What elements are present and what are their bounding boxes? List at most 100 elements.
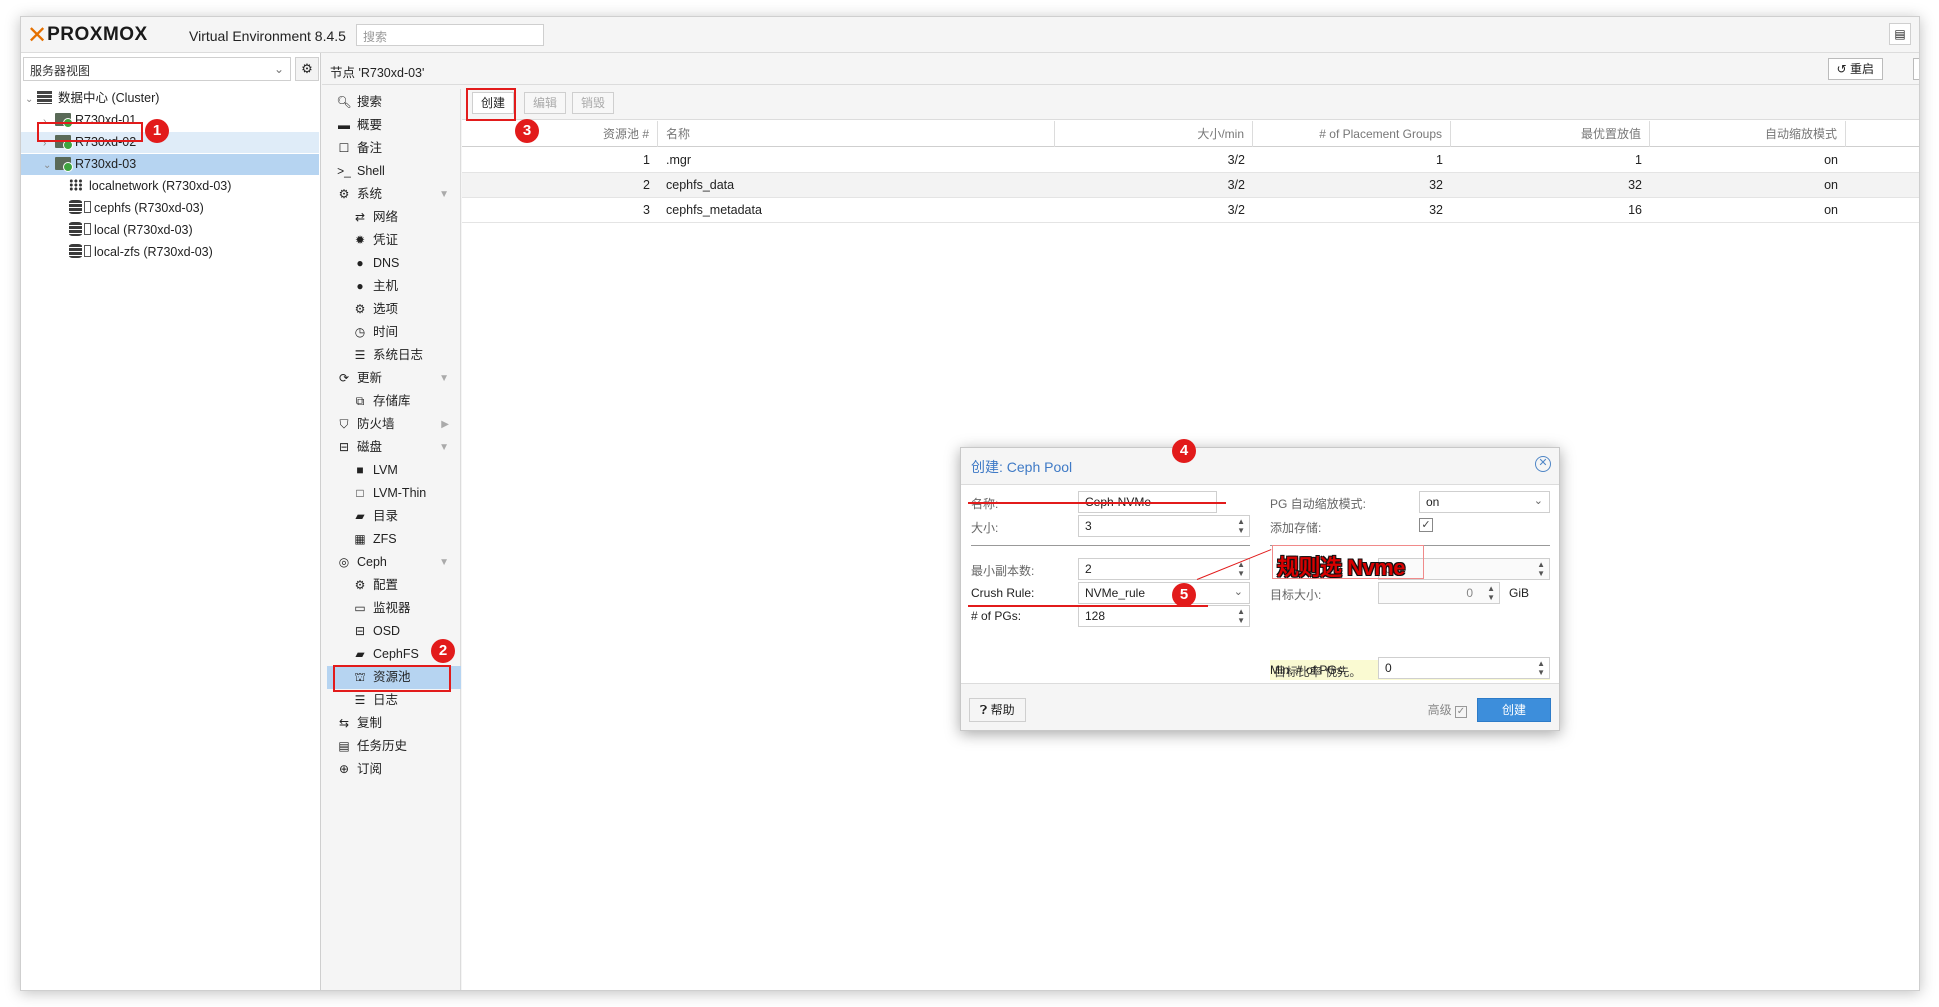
nav-shell[interactable]: >_ Shell xyxy=(327,160,461,183)
table-row[interactable]: 3 cephfs_metadata 3/2 32 16 on xyxy=(462,198,1919,223)
target-size-label: 目标大小: xyxy=(1270,588,1322,602)
help-button[interactable]: ❓︎ 帮助 xyxy=(969,698,1026,722)
nav-ceph-log[interactable]: ☰ 日志 xyxy=(327,689,461,712)
nav-ceph-monitor[interactable]: ▭ 监视器 xyxy=(327,597,461,620)
column-header[interactable]: 最优置放值 xyxy=(1451,121,1650,147)
column-header[interactable]: # of Placement Groups xyxy=(1253,121,1451,147)
overflow-button[interactable] xyxy=(1913,58,1919,80)
nav-updates[interactable]: ⟳ 更新 ▼ xyxy=(327,367,461,390)
create-ceph-pool-dialog: 创建: Ceph Pool ✕ 名称: Ceph-NVMe 大小: 3▲▼ 最小… xyxy=(960,447,1560,731)
advanced-toggle[interactable]: 高级 ✓ xyxy=(1428,701,1467,718)
nav-task-history[interactable]: ▤ 任务历史 xyxy=(327,735,461,758)
nav-system[interactable]: ⚙ 系统 ▼ xyxy=(327,183,461,206)
nav-ceph-config[interactable]: ⚙ 配置 xyxy=(327,574,461,597)
tree-item-storage[interactable]: local (R730xd-03) xyxy=(21,220,319,241)
target-size-unit: GiB xyxy=(1509,586,1530,600)
chevron-down-icon[interactable]: ⌄ xyxy=(43,155,55,176)
grid-icon: ▦ xyxy=(354,532,366,546)
column-header[interactable]: 大小/min xyxy=(1055,121,1253,147)
spinner-arrows-icon[interactable]: ▲ ▼ xyxy=(1487,584,1495,602)
storage-status-icon xyxy=(84,245,91,257)
annotation-badge: 3 xyxy=(515,119,539,143)
advanced-checkbox[interactable]: ✓ xyxy=(1455,706,1467,718)
annotation-box xyxy=(466,88,516,121)
spinner-arrows-icon[interactable]: ▲ ▼ xyxy=(1237,607,1245,625)
proxmox-logo[interactable]: ✕ PROXMOX xyxy=(27,23,148,47)
crush-rule-label: Crush Rule: xyxy=(971,586,1035,600)
size-spinner[interactable]: 3 ▲ ▼ xyxy=(1078,515,1250,537)
nav-zfs[interactable]: ▦ ZFS xyxy=(327,528,461,551)
caret-down-icon: ▼ xyxy=(439,442,449,453)
nav-lvm[interactable]: ■ LVM xyxy=(327,459,461,482)
retweet-icon: ⇆ xyxy=(338,716,350,730)
page-title: 节点 'R730xd-03' xyxy=(330,66,425,80)
nav-syslog[interactable]: ☰ 系统日志 xyxy=(327,344,461,367)
square-icon: ■ xyxy=(356,463,364,477)
nav-notes[interactable]: ☐ 备注 xyxy=(327,137,461,160)
spinner-arrows-icon[interactable]: ▲ ▼ xyxy=(1537,659,1545,677)
tree-item-network[interactable]: localnetwork (R730xd-03) xyxy=(21,176,319,197)
pgs-spinner[interactable]: 128 ▲ ▼ xyxy=(1078,605,1250,627)
resource-tree-panel: 服务器视图 ⌄ ⚙ ⌄ 数据中心 (Cluster) › R730xd-01 › R7… xyxy=(21,53,321,990)
edit-pool-button[interactable]: 编辑 xyxy=(524,92,567,114)
tree-item-datacenter[interactable]: ⌄ 数据中心 (Cluster) xyxy=(21,88,319,109)
nav-disks[interactable]: ⊟ 磁盘 ▼ xyxy=(327,436,461,459)
reboot-button[interactable]: ↺ 重启 xyxy=(1827,58,1883,80)
nav-network[interactable]: ⇄ 网络 xyxy=(327,206,461,229)
close-icon[interactable]: ✕ xyxy=(1535,456,1551,472)
column-header[interactable]: 资源池 # xyxy=(462,121,658,147)
annotation-badge: 4 xyxy=(1172,439,1196,463)
add-storage-checkbox[interactable]: ✓ xyxy=(1419,518,1433,532)
spinner-arrows-icon[interactable]: ▲ ▼ xyxy=(1237,517,1245,535)
caret-down-icon: ▼ xyxy=(439,189,449,200)
divider xyxy=(971,545,1250,546)
add-storage-label: 添加存储: xyxy=(1270,521,1322,535)
list-alt-icon: ▤ xyxy=(338,739,350,753)
tree-item-storage[interactable]: cephfs (R730xd-03) xyxy=(21,198,319,219)
datacenter-icon xyxy=(37,91,52,104)
nav-options[interactable]: ⚙ 选项 xyxy=(327,298,461,321)
nav-repositories[interactable]: ⧉ 存储库 xyxy=(327,390,461,413)
chevron-down-icon[interactable]: ⌄ xyxy=(1234,585,1243,598)
nav-lvm-thin[interactable]: □ LVM-Thin xyxy=(327,482,461,505)
table-row[interactable]: 2 cephfs_data 3/2 32 32 on xyxy=(462,173,1919,198)
database-icon xyxy=(69,222,82,236)
dialog-title: 创建: Ceph Pool xyxy=(971,459,1073,475)
content-header: 节点 'R730xd-03' ↺ 重启 xyxy=(322,53,1919,85)
tree-item-node-selected[interactable]: ⌄ R730xd-03 xyxy=(21,154,319,175)
chevron-down-icon[interactable]: ⌄ xyxy=(25,89,37,110)
nav-firewall[interactable]: ⛉ 防火墙 ▶ xyxy=(327,413,461,436)
annotation-underline xyxy=(968,502,1226,504)
chevron-down-icon[interactable]: ⌄ xyxy=(1534,494,1543,507)
nav-ceph[interactable]: ◎ Ceph ▼ xyxy=(327,551,461,574)
crush-rule-select[interactable]: NVMe_rule ⌄ xyxy=(1078,582,1250,604)
create-button[interactable]: 创建 xyxy=(1477,698,1551,722)
nav-directory[interactable]: ▰ 目录 xyxy=(327,505,461,528)
nav-hosts[interactable]: ● 主机 xyxy=(327,275,461,298)
nav-summary[interactable]: ▬ 概要 xyxy=(327,114,461,137)
autoscale-select[interactable]: on ⌄ xyxy=(1419,491,1550,513)
min-pgs-spinner[interactable]: 0 ▲ ▼ xyxy=(1378,657,1550,679)
tree-item-storage[interactable]: local-zfs (R730xd-03) xyxy=(21,242,319,263)
nav-dns[interactable]: ● DNS xyxy=(327,252,461,275)
target-size-spinner[interactable]: 0 ▲ ▼ xyxy=(1378,582,1500,604)
view-select[interactable]: 服务器视图 ⌄ xyxy=(23,57,291,81)
nav-time[interactable]: ◷ 时间 xyxy=(327,321,461,344)
nav-subscription[interactable]: ⊕ 订阅 xyxy=(327,758,461,781)
spinner-arrows-icon[interactable]: ▲ ▼ xyxy=(1537,560,1545,578)
search-input[interactable]: 搜索 xyxy=(356,24,544,46)
gears-icon: ⚙ xyxy=(338,187,350,201)
column-header[interactable]: 自动缩放模式 xyxy=(1650,121,1846,147)
nav-search[interactable]: 🔍︎ 搜索 xyxy=(327,91,461,114)
nav-replication[interactable]: ⇆ 复制 xyxy=(327,712,461,735)
table-row[interactable]: 1 .mgr 3/2 1 1 on xyxy=(462,148,1919,173)
nav-certificates[interactable]: ✹ 凭证 xyxy=(327,229,461,252)
question-circle-icon: ❓︎ xyxy=(980,703,988,717)
app-window: ✕ PROXMOX Virtual Environment 8.4.5 搜索 ▤… xyxy=(20,16,1920,991)
min-pgs-label: Min. # of PGs: xyxy=(1270,663,1347,677)
gear-icon[interactable]: ⚙ xyxy=(295,57,319,81)
column-header[interactable]: 名称 xyxy=(658,121,1055,147)
exchange-icon: ⇄ xyxy=(354,210,366,224)
destroy-pool-button[interactable]: 销毁 xyxy=(572,92,615,114)
documentation-icon[interactable]: ▤ xyxy=(1889,23,1911,45)
